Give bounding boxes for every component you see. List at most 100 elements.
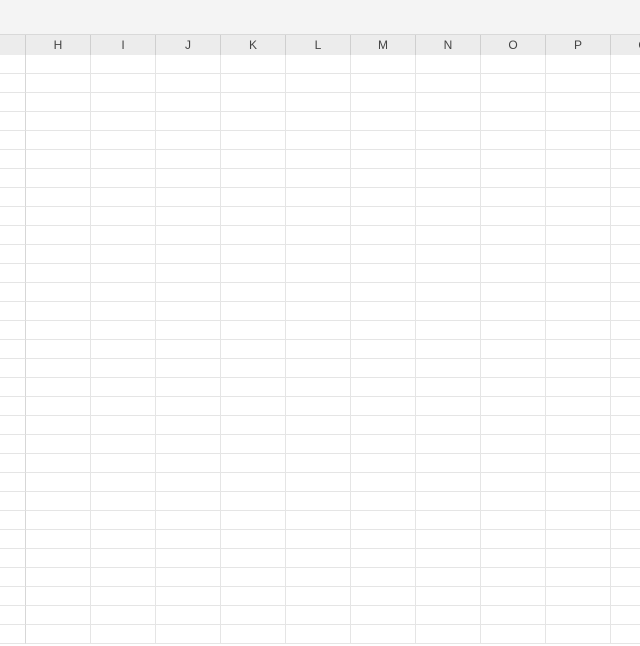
cell[interactable]: [481, 302, 546, 321]
cell[interactable]: [416, 93, 481, 112]
cell[interactable]: [286, 606, 351, 625]
cell[interactable]: [481, 511, 546, 530]
col-header-k[interactable]: K: [221, 35, 286, 55]
cell[interactable]: [546, 416, 611, 435]
cell[interactable]: [351, 568, 416, 587]
cell[interactable]: [221, 435, 286, 454]
cell[interactable]: [26, 378, 91, 397]
cell[interactable]: [156, 378, 221, 397]
cell[interactable]: [351, 549, 416, 568]
cell[interactable]: [351, 359, 416, 378]
cell[interactable]: [221, 530, 286, 549]
cell[interactable]: [351, 131, 416, 150]
cell[interactable]: [91, 435, 156, 454]
cell[interactable]: [416, 397, 481, 416]
cell[interactable]: [91, 416, 156, 435]
cell[interactable]: [351, 245, 416, 264]
cell[interactable]: [481, 435, 546, 454]
cell[interactable]: [416, 454, 481, 473]
cell[interactable]: [481, 340, 546, 359]
cell[interactable]: [286, 568, 351, 587]
cell[interactable]: [156, 264, 221, 283]
cell[interactable]: [26, 302, 91, 321]
cell[interactable]: [26, 606, 91, 625]
cell[interactable]: [546, 112, 611, 131]
cell[interactable]: [546, 435, 611, 454]
cell[interactable]: [351, 340, 416, 359]
cell[interactable]: [156, 169, 221, 188]
cell[interactable]: [91, 131, 156, 150]
col-header-m[interactable]: M: [351, 35, 416, 55]
cell[interactable]: [91, 112, 156, 131]
cell[interactable]: [156, 359, 221, 378]
cell[interactable]: [351, 625, 416, 644]
cell[interactable]: [546, 473, 611, 492]
cell[interactable]: [611, 492, 640, 511]
cell[interactable]: [286, 169, 351, 188]
cell[interactable]: [156, 492, 221, 511]
cell[interactable]: [611, 226, 640, 245]
col-header-q[interactable]: Q: [611, 35, 640, 55]
cell[interactable]: [416, 112, 481, 131]
cell[interactable]: [26, 283, 91, 302]
cell[interactable]: [91, 587, 156, 606]
cell[interactable]: [156, 321, 221, 340]
cell[interactable]: [416, 378, 481, 397]
cell[interactable]: [26, 511, 91, 530]
cell[interactable]: [611, 378, 640, 397]
cell[interactable]: [416, 264, 481, 283]
cell[interactable]: [91, 74, 156, 93]
cell[interactable]: [286, 587, 351, 606]
cell[interactable]: [286, 93, 351, 112]
cell[interactable]: [91, 625, 156, 644]
cell[interactable]: [611, 321, 640, 340]
cell[interactable]: [351, 207, 416, 226]
cell[interactable]: [156, 55, 221, 74]
cell[interactable]: [26, 188, 91, 207]
cell[interactable]: [221, 264, 286, 283]
cell[interactable]: [351, 302, 416, 321]
cell[interactable]: [221, 131, 286, 150]
cell[interactable]: [221, 454, 286, 473]
cell[interactable]: [156, 74, 221, 93]
cell[interactable]: [221, 93, 286, 112]
col-header-i[interactable]: I: [91, 35, 156, 55]
cell[interactable]: [546, 549, 611, 568]
cell[interactable]: [611, 435, 640, 454]
cell[interactable]: [481, 207, 546, 226]
cell[interactable]: [221, 549, 286, 568]
cell[interactable]: [286, 397, 351, 416]
cell[interactable]: [26, 530, 91, 549]
cell[interactable]: [91, 511, 156, 530]
cell[interactable]: [286, 188, 351, 207]
cell[interactable]: [611, 340, 640, 359]
cell[interactable]: [286, 473, 351, 492]
cell[interactable]: [351, 188, 416, 207]
cell[interactable]: [416, 150, 481, 169]
cell[interactable]: [351, 587, 416, 606]
cell[interactable]: [91, 55, 156, 74]
cell[interactable]: [286, 283, 351, 302]
cell[interactable]: [26, 492, 91, 511]
cell[interactable]: [221, 473, 286, 492]
cell[interactable]: [481, 587, 546, 606]
cell[interactable]: [611, 416, 640, 435]
cell[interactable]: [611, 568, 640, 587]
cell[interactable]: [611, 511, 640, 530]
cell[interactable]: [351, 264, 416, 283]
cell[interactable]: [156, 131, 221, 150]
col-header-l[interactable]: L: [286, 35, 351, 55]
cell[interactable]: [351, 226, 416, 245]
cell[interactable]: [416, 169, 481, 188]
cell[interactable]: [91, 473, 156, 492]
cell[interactable]: [546, 454, 611, 473]
cell[interactable]: [351, 530, 416, 549]
cell[interactable]: [351, 378, 416, 397]
cell[interactable]: [156, 416, 221, 435]
cell[interactable]: [546, 245, 611, 264]
cell[interactable]: [286, 207, 351, 226]
cell[interactable]: [91, 283, 156, 302]
cell[interactable]: [221, 112, 286, 131]
cell[interactable]: [91, 397, 156, 416]
cell[interactable]: [221, 416, 286, 435]
